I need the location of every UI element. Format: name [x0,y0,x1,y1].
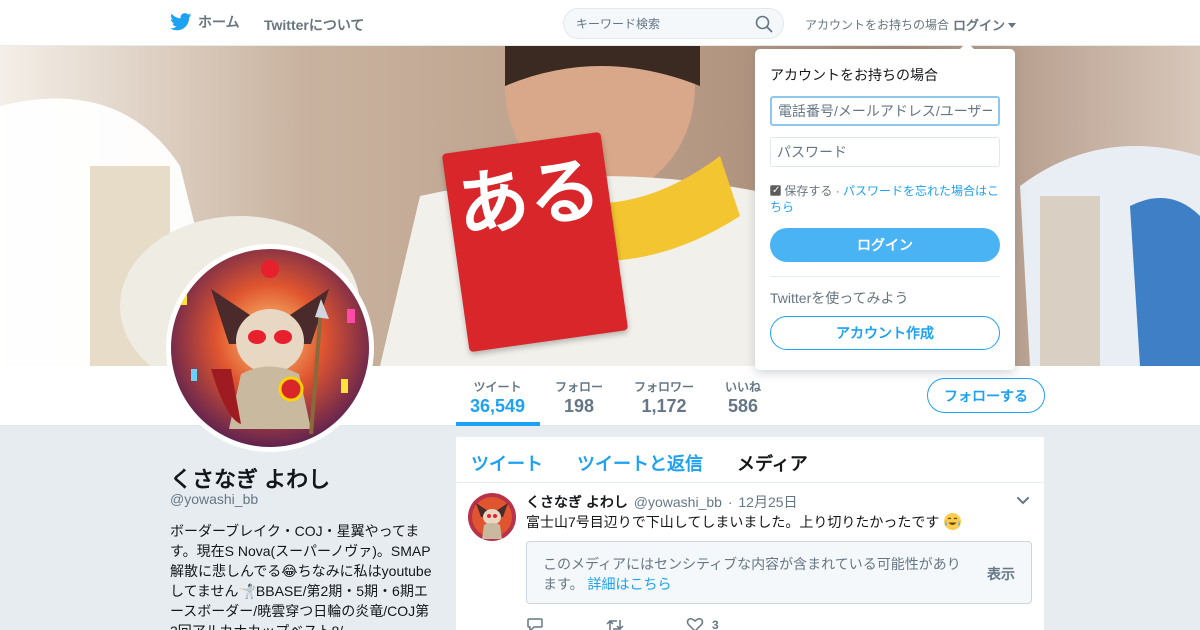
top-navigation-bar: ホーム Twitterについて アカウントをお持ちの場合 ログイン [0,0,1200,46]
stat-label: フォロー [555,380,604,394]
search-input[interactable] [576,15,746,33]
reply-action[interactable] [526,617,606,630]
profile-handle[interactable]: @yowashi_bb [170,491,258,507]
crying-laughing-emoji-icon [944,513,962,530]
timeline-tabs: ツイート ツイートと返信 メディア [456,437,1044,483]
tweet-date[interactable]: 12月25日 [738,494,797,510]
chevron-down-icon[interactable] [1017,497,1029,505]
stat-tweets[interactable]: ツイート 36,549 [470,378,525,417]
stat-label: ツイート [473,380,522,394]
try-twitter-text: Twitterを使ってみよう [770,290,909,306]
tweet-actions: 3 [526,617,766,630]
username-field[interactable] [770,96,1000,126]
stat-value: 1,172 [641,396,687,416]
profile-bio: ボーダーブレイク・COJ・星翼やってます。現在S Nova(スーパーノヴァ)。S… [170,523,432,630]
remember-label[interactable]: 保存する [784,184,832,198]
tweet-text: 富士山7号目辺りで下山してしまいました。上り切りたかったです [526,514,940,530]
heart-icon [686,618,704,630]
stat-following[interactable]: フォロー 198 [555,378,603,417]
retweet-action[interactable] [606,617,686,630]
login-dropdown: アカウントをお持ちの場合 保存する · パスワードを忘れた場合はこちら ログイン… [755,42,1015,370]
banner-sign-text: ある [451,145,606,250]
stat-followers[interactable]: フォロワー 1,172 [634,378,694,417]
remember-separator: · [835,184,840,198]
banner-sign: ある [441,131,629,353]
login-dropdown-toggle[interactable]: ログイン [953,15,1017,34]
tweet-author-handle[interactable]: @yowashi_bb [634,494,722,510]
remember-row: 保存する · パスワードを忘れた場合はこちら [770,183,1002,215]
tweet-header: くさなぎ よわし @yowashi_bb · 12月25日 [526,492,798,512]
signup-button[interactable]: アカウント作成 [770,316,1000,350]
timeline: ツイート ツイートと返信 メディア くさなぎ よわし @yowashi_bb ·… [456,437,1044,630]
search-box [563,8,784,39]
nav-home-label: ホーム [198,14,240,30]
reply-icon [527,618,543,630]
stat-value: 198 [563,396,595,416]
retweet-icon [606,619,624,630]
tab-tweets-and-replies[interactable]: ツイートと返信 [577,450,703,476]
twitter-bird-icon [170,13,192,31]
caret-down-icon [1008,22,1017,28]
tweet-author-name[interactable]: くさなぎ よわし [526,494,628,510]
nav-about-link[interactable]: Twitterについて [264,15,364,35]
sensitive-media-notice: このメディアにはセンシティブな内容が含まれている可能性があります。 詳細はこちら… [526,541,1032,604]
remember-checkbox[interactable] [770,183,781,199]
nav-home-link[interactable]: ホーム [170,12,240,32]
stat-label: フォロワー [634,380,695,394]
tweet-avatar-image [468,493,516,541]
stat-value: 36,549 [470,396,526,416]
sensitive-learn-more-link[interactable]: 詳細はこちら [588,576,672,592]
tab-media[interactable]: メディア [737,450,808,476]
login-dropdown-title: アカウントをお持ちの場合 [770,67,938,83]
search-icon[interactable] [755,15,773,33]
profile-name: くさなぎ よわし [170,467,331,492]
like-action[interactable]: 3 [686,617,766,630]
avatar-character-image [171,249,369,447]
login-button[interactable]: ログイン [770,228,1000,262]
tweet-separator: · [727,494,733,510]
show-media-button[interactable]: 表示 [987,564,1015,584]
like-count: 3 [712,618,719,630]
password-field[interactable] [770,137,1000,167]
profile-avatar[interactable] [166,244,374,452]
login-prompt-text: アカウントをお持ちの場合 [805,18,950,32]
stat-value: 586 [727,396,759,416]
stat-likes[interactable]: いいね 586 [725,378,761,417]
active-stat-indicator [456,422,540,426]
dropdown-arrow [960,42,974,49]
stat-label: いいね [725,380,762,394]
dropdown-divider [770,276,1000,277]
tweet-text-line: 富士山7号目辺りで下山してしまいました。上り切りたかったです [526,512,962,532]
tab-tweets[interactable]: ツイート [471,450,543,476]
follow-button[interactable]: フォローする [927,378,1045,413]
login-dropdown-label: ログイン [953,18,1006,33]
tweet-avatar[interactable] [468,493,516,541]
sensitive-notice-text: このメディアにはセンシティブな内容が含まれている可能性があります。 詳細はこちら [543,554,963,594]
